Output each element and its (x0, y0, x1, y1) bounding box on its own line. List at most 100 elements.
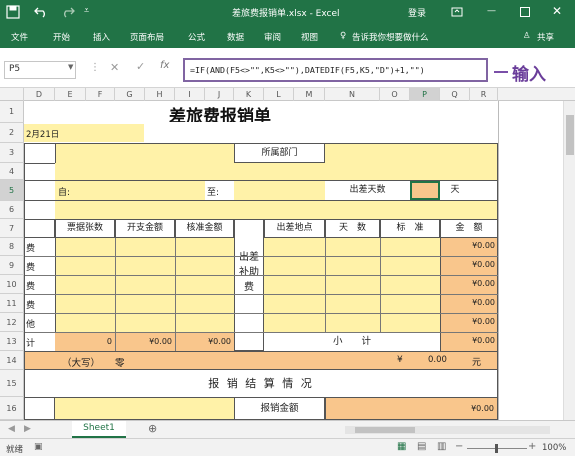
select-all-corner[interactable] (0, 88, 24, 101)
days-result-cell[interactable] (410, 181, 440, 200)
minimize-icon[interactable]: — (487, 6, 496, 16)
zoom-out-icon[interactable]: − (455, 441, 463, 452)
annotation-label: 输入 (512, 65, 546, 85)
settlement-detail[interactable] (55, 397, 234, 420)
col-header-p[interactable]: P (410, 88, 440, 101)
header-place: 出差地点 (264, 219, 325, 238)
row-header-4[interactable]: 4 (0, 163, 24, 180)
name-box-value: P5 (9, 64, 21, 74)
login-link[interactable]: 登录 (408, 6, 426, 19)
col-header-n[interactable]: N (325, 88, 380, 101)
amount-value: ¥0.00 (472, 241, 495, 250)
tab-home[interactable]: 开始 (53, 31, 70, 43)
enter-icon[interactable]: ✓ (136, 60, 145, 73)
ribbon-display-icon[interactable] (451, 7, 463, 17)
header-standard: 标 准 (380, 219, 440, 238)
header-total: 金 额 (440, 219, 498, 238)
row-header-11[interactable]: 11 (0, 294, 24, 313)
col-header-g[interactable]: G (115, 88, 145, 101)
row-header-5[interactable]: 5 (0, 180, 24, 201)
row-header-3[interactable]: 3 (0, 143, 24, 163)
expense-detail-left[interactable] (55, 238, 234, 332)
col-header-d[interactable]: D (24, 88, 55, 101)
redo-icon[interactable] (61, 6, 75, 18)
normal-view-icon[interactable]: ▦ (397, 441, 406, 452)
reimburse-value: ¥0.00 (325, 397, 498, 420)
row-header-9[interactable]: 9 (0, 256, 24, 275)
horizontal-scrollbar[interactable] (345, 426, 550, 434)
row-header-16[interactable]: 16 (0, 397, 24, 420)
share-icon: ♙ (523, 31, 531, 41)
col-header-h[interactable]: H (145, 88, 175, 101)
col-header-o[interactable]: O (380, 88, 410, 101)
yen-sign: ¥ (397, 355, 403, 365)
page-layout-view-icon[interactable]: ▤ (417, 441, 426, 452)
sheet-tab-sheet1[interactable]: Sheet1 (72, 421, 126, 438)
date-cell[interactable]: 2月21日 (24, 124, 144, 142)
scrollbar-thumb[interactable] (566, 115, 574, 155)
chevron-down-icon[interactable]: ▼ (68, 63, 73, 71)
cancel-icon[interactable]: ✕ (110, 61, 119, 74)
tell-me-box[interactable]: 告诉我你想要做什么 (352, 31, 429, 43)
row-header-7[interactable]: 7 (0, 219, 24, 238)
col-header-r[interactable]: R (470, 88, 498, 101)
row-header-1[interactable]: 1 (0, 101, 24, 123)
formula-input[interactable]: =IF(AND(F5<>"",K5<>""),DATEDIF(F5,K5,"D"… (183, 58, 488, 82)
tab-file[interactable]: 文件 (11, 31, 28, 43)
undo-icon[interactable] (34, 6, 48, 18)
zoom-in-icon[interactable]: + (528, 441, 536, 452)
macro-record-icon[interactable]: ▣ (34, 442, 43, 452)
row6-band (55, 201, 498, 219)
amount-value: ¥0.00 (472, 317, 495, 326)
row-header-10[interactable]: 10 (0, 275, 24, 294)
tab-formulas[interactable]: 公式 (188, 31, 205, 43)
row-header-12[interactable]: 12 (0, 313, 24, 332)
next-sheet-icon[interactable]: ▶ (24, 424, 31, 434)
maximize-icon[interactable] (520, 7, 530, 17)
name-box[interactable]: P5 (4, 61, 76, 79)
col-header-i[interactable]: I (175, 88, 205, 101)
customize-toolbar-icon[interactable]: ⩡ (84, 6, 89, 16)
zoom-level[interactable]: 100% (542, 443, 566, 453)
col-header-q[interactable]: Q (440, 88, 470, 101)
save-icon[interactable] (6, 5, 20, 19)
col-header-e[interactable]: E (55, 88, 86, 101)
tab-page-layout[interactable]: 页面布局 (130, 31, 164, 43)
vertical-scrollbar[interactable] (563, 101, 575, 420)
row-header-6[interactable]: 6 (0, 201, 24, 219)
prev-sheet-icon[interactable]: ◀ (8, 424, 15, 434)
col-header-k[interactable]: K (234, 88, 264, 101)
row-label-8: 费 (26, 244, 36, 254)
tab-insert[interactable]: 插入 (93, 31, 110, 43)
to-date-field[interactable] (234, 181, 325, 200)
row-header-13[interactable]: 13 (0, 332, 24, 351)
capital-value: 零 (115, 358, 125, 369)
add-sheet-icon[interactable]: ⊕ (148, 422, 157, 435)
tab-review[interactable]: 审阅 (264, 31, 281, 43)
col-header-l[interactable]: L (264, 88, 294, 101)
tab-data[interactable]: 数据 (227, 31, 244, 43)
row-header-8[interactable]: 8 (0, 238, 24, 256)
amount-value: ¥0.00 (472, 260, 495, 269)
h-scrollbar-thumb[interactable] (355, 427, 415, 433)
close-icon[interactable]: ✕ (552, 4, 562, 18)
row-label-10: 费 (26, 282, 36, 292)
yuan-unit: 元 (472, 358, 482, 368)
tab-view[interactable]: 视图 (301, 31, 318, 43)
row-header-15[interactable]: 15 (0, 370, 24, 397)
subsidy-detail[interactable] (264, 238, 440, 332)
status-bar: 就绪 ▣ ▦ ▤ ▥ − + 100% (0, 438, 575, 456)
name-cell[interactable] (55, 143, 234, 163)
col-header-f[interactable]: F (86, 88, 115, 101)
zoom-slider-handle[interactable] (495, 444, 498, 453)
col-header-j[interactable]: J (205, 88, 234, 101)
page-break-view-icon[interactable]: ▥ (437, 441, 446, 452)
dept-label: 所属部门 (234, 143, 325, 163)
row-header-14[interactable]: 14 (0, 351, 24, 370)
row-header-2[interactable]: 2 (0, 123, 24, 143)
from-date-field[interactable] (85, 181, 205, 200)
insert-function-icon[interactable]: fx (160, 60, 169, 71)
col-header-m[interactable]: M (294, 88, 325, 101)
share-button[interactable]: 共享 (537, 31, 554, 43)
dept-value[interactable] (325, 143, 498, 163)
